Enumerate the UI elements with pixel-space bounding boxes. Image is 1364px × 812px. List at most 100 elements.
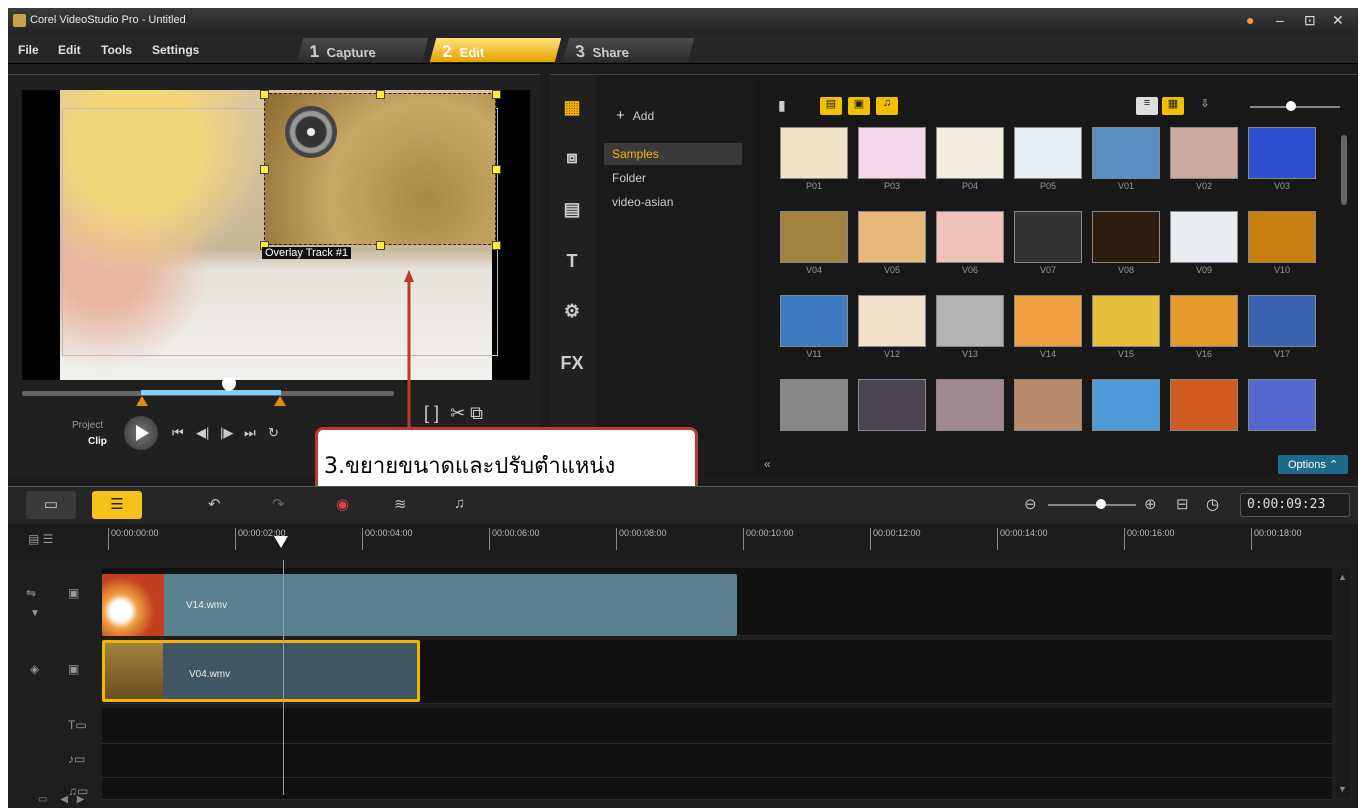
library-thumbnail[interactable]: V12 [858, 295, 926, 359]
restore-button[interactable]: ⊡ [1304, 12, 1316, 29]
zoom-in-icon[interactable]: ⊕ [1144, 495, 1157, 513]
resize-handle-r[interactable] [492, 165, 501, 174]
library-thumbnail[interactable]: V01 [1092, 127, 1160, 191]
mark-in-icon[interactable]: [ [424, 403, 429, 423]
fx-icon[interactable]: FX [559, 353, 585, 375]
filter-icon[interactable]: ⚙ [559, 301, 585, 323]
library-thumbnail[interactable] [858, 379, 926, 433]
expand-icon[interactable]: ▼ [30, 608, 40, 619]
record-capture-icon[interactable]: ◉ [336, 495, 349, 513]
library-scrollbar[interactable] [1341, 135, 1347, 205]
track-visibility-icon[interactable]: ◈ [30, 662, 39, 676]
library-thumbnail[interactable]: P01 [780, 127, 848, 191]
transition-icon[interactable]: ⧈ [559, 147, 585, 169]
menu-edit[interactable]: Edit [58, 43, 81, 57]
timeline-ruler[interactable]: ▤ ☰ 00:00:00:00 00:00:02:00 00:00:04:00 00:… [8, 524, 1358, 562]
library-thumbnail[interactable]: V04 [780, 211, 848, 275]
thumbnail-size-knob[interactable] [1286, 101, 1296, 111]
resize-handle-t[interactable] [376, 90, 385, 99]
enlarge-preview-icon[interactable]: ⧉ [470, 403, 483, 423]
add-folder-button[interactable]: + Add [616, 107, 654, 124]
library-thumbnail[interactable]: V03 [1248, 127, 1316, 191]
home-icon[interactable]: ⏮ [172, 425, 184, 441]
library-thumbnail[interactable]: V10 [1248, 211, 1316, 275]
thumbnail-view-icon[interactable]: ▦ [1162, 97, 1184, 115]
menu-tools[interactable]: Tools [101, 43, 132, 57]
library-thumbnail[interactable]: V15 [1092, 295, 1160, 359]
resize-handle-tl[interactable] [260, 90, 269, 99]
graphic-icon[interactable]: ▤ [559, 199, 585, 221]
video-track-header[interactable]: ⇋ ▣ ▼ [8, 564, 100, 624]
library-thumbnail[interactable]: V05 [858, 211, 926, 275]
track-toggle-icon[interactable]: ⇋ [26, 586, 36, 600]
title-icon[interactable]: T [559, 251, 585, 273]
storyboard-view-button[interactable]: ▭ [26, 491, 76, 519]
zoom-knob[interactable] [1096, 499, 1106, 509]
library-thumbnail[interactable]: V13 [936, 295, 1004, 359]
library-thumbnail[interactable]: V14 [1014, 295, 1082, 359]
fit-project-icon[interactable]: ⊟ [1176, 495, 1189, 513]
scroll-left-icon[interactable]: ◀ [60, 794, 68, 805]
resize-handle-b[interactable] [376, 241, 385, 250]
library-thumbnail[interactable] [1014, 379, 1082, 433]
folder-folder[interactable]: Folder [604, 167, 742, 189]
timeline-overview-icon[interactable]: ▭ [38, 794, 47, 805]
library-thumbnail[interactable]: V08 [1092, 211, 1160, 275]
track-manager-icon[interactable]: ▤ ☰ [28, 532, 53, 546]
folder-icon[interactable]: ▮ [778, 97, 786, 114]
library-thumbnail[interactable] [936, 379, 1004, 433]
music-track[interactable] [102, 778, 1332, 800]
library-thumbnail[interactable]: V16 [1170, 295, 1238, 359]
play-button[interactable] [124, 416, 158, 450]
library-thumbnail[interactable] [780, 379, 848, 433]
show-audio-icon[interactable]: ♫ [876, 97, 898, 115]
library-thumbnail[interactable]: V02 [1170, 127, 1238, 191]
next-frame-icon[interactable]: |▶ [220, 425, 233, 441]
scroll-up-icon[interactable]: ▲ [1338, 572, 1347, 582]
redo-icon[interactable]: ↷ [272, 495, 285, 513]
overlay-track-header[interactable]: ◈ ▣ [8, 640, 100, 700]
library-thumbnail[interactable] [1248, 379, 1316, 433]
mark-out-icon[interactable]: ] [434, 403, 439, 423]
menu-settings[interactable]: Settings [152, 43, 199, 57]
previous-frame-icon[interactable]: ◀| [196, 425, 209, 441]
library-thumbnail[interactable] [1092, 379, 1160, 433]
overlay-clip-frame[interactable] [264, 93, 496, 245]
voice-track[interactable] [102, 744, 1332, 778]
show-videos-icon[interactable]: ▤ [820, 97, 842, 115]
show-photos-icon[interactable]: ▣ [848, 97, 870, 115]
sound-mixer-icon[interactable]: ≋ [394, 495, 407, 513]
clip-mode-label[interactable]: Clip [88, 436, 107, 447]
library-thumbnail[interactable]: P03 [858, 127, 926, 191]
sort-icon[interactable]: ⇩ [1194, 97, 1216, 115]
trim-start-marker[interactable] [136, 396, 148, 406]
trim-end-marker[interactable] [274, 396, 286, 406]
timeline-scrollbar[interactable]: ▲ ▼ [1336, 568, 1350, 798]
library-thumbnail[interactable]: P04 [936, 127, 1004, 191]
minimize-button[interactable]: – [1276, 12, 1284, 28]
end-icon[interactable]: ⏭ [244, 425, 256, 441]
timeline-view-button[interactable]: ☰ [92, 491, 142, 519]
folder-video-asian[interactable]: video-asian [604, 191, 742, 213]
scrubber-handle[interactable] [222, 377, 236, 391]
menu-file[interactable]: File [18, 43, 39, 57]
auto-music-icon[interactable]: ♫ [454, 495, 465, 512]
library-thumbnail[interactable]: V07 [1014, 211, 1082, 275]
step-share[interactable]: 3 Share [562, 38, 695, 62]
folder-samples[interactable]: Samples [604, 143, 742, 165]
collapse-icon[interactable]: « [764, 457, 771, 471]
help-icon[interactable]: ● [1246, 12, 1254, 28]
media-icon[interactable]: ▦ [559, 97, 585, 119]
clip-v04[interactable]: V04.wmv [102, 640, 420, 702]
resize-handle-tr[interactable] [492, 90, 501, 99]
library-thumbnail[interactable]: V11 [780, 295, 848, 359]
list-view-icon[interactable]: ≡ [1136, 97, 1158, 115]
library-thumbnail[interactable]: V06 [936, 211, 1004, 275]
library-thumbnail[interactable]: P05 [1014, 127, 1082, 191]
title-track[interactable] [102, 708, 1332, 744]
undo-icon[interactable]: ↶ [208, 495, 221, 513]
library-thumbnail[interactable]: V17 [1248, 295, 1316, 359]
options-button[interactable]: Options ⌃ [1278, 455, 1349, 474]
repeat-icon[interactable]: ↻ [268, 425, 279, 441]
zoom-out-icon[interactable]: ⊖ [1024, 495, 1037, 513]
